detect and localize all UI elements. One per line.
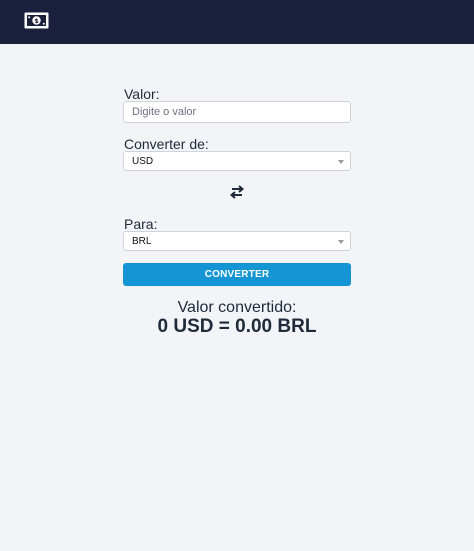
to-currency-label: Para: [124, 216, 158, 232]
money-bill-icon[interactable]: $ [24, 12, 49, 29]
swap-arrows-icon[interactable] [229, 184, 245, 200]
amount-label: Valor: [124, 86, 160, 102]
top-navbar: $ [0, 0, 474, 44]
result-value: 0 USD = 0.00 BRL [157, 316, 317, 337]
to-currency-select[interactable]: BRL [123, 231, 351, 251]
convert-button[interactable]: CONVERTER [123, 263, 351, 286]
from-currency-value: USD [132, 156, 154, 167]
from-currency-select[interactable]: USD [123, 151, 351, 171]
amount-field-wrapper [123, 101, 351, 123]
to-currency-value: BRL [132, 236, 152, 247]
from-currency-label: Converter de: [124, 136, 209, 152]
result-label: Valor convertido: [177, 299, 297, 316]
chevron-down-icon [338, 160, 344, 164]
chevron-down-icon [338, 240, 344, 244]
svg-text:$: $ [34, 17, 39, 25]
amount-input[interactable] [124, 102, 350, 122]
